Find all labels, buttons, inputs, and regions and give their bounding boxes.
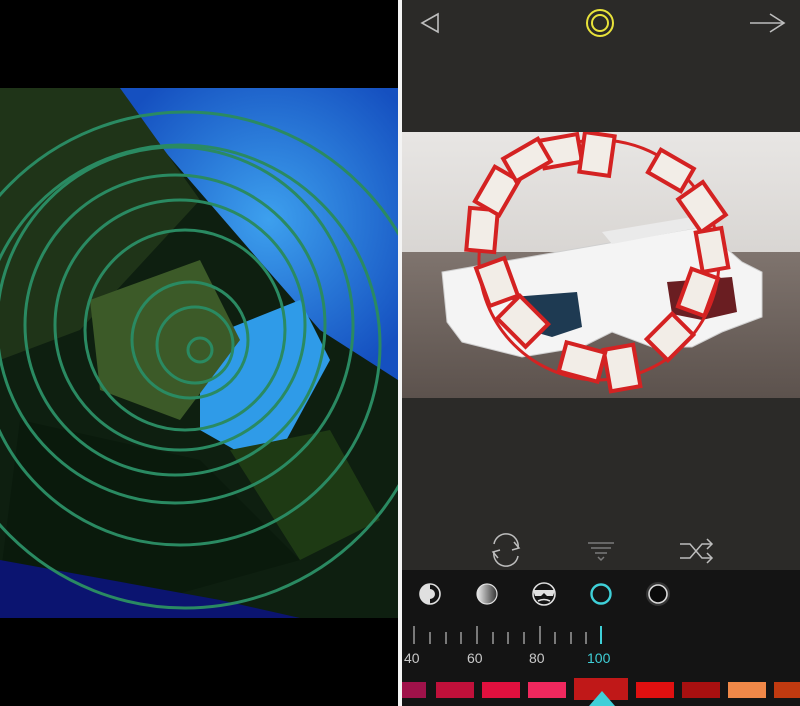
glow-circle-icon (646, 582, 670, 606)
collapse-button[interactable] (588, 542, 614, 562)
mask-icon (532, 582, 556, 606)
spiral-photo-canvas (0, 88, 398, 618)
half-circle-icon (419, 583, 441, 605)
slider-label-active: 100 (587, 650, 611, 666)
arrow-right-icon (750, 13, 786, 33)
chevron-down-lines-icon (588, 542, 614, 562)
filter-ring[interactable] (590, 583, 612, 605)
filter-half-circle[interactable] (419, 583, 441, 605)
gradient-circle-icon (476, 583, 498, 605)
ring-icon (590, 583, 612, 605)
slider-label: 60 (467, 650, 483, 666)
shuffle-icon (680, 538, 714, 564)
slider-label: 40 (404, 650, 420, 666)
filter-glow-circle[interactable] (646, 582, 670, 606)
color-swatch[interactable] (728, 682, 766, 698)
left-preview-panel (0, 0, 398, 706)
color-swatch[interactable] (436, 682, 474, 698)
color-palette (402, 678, 800, 706)
edited-photo[interactable] (402, 132, 800, 398)
color-swatch[interactable] (636, 682, 674, 698)
color-swatch[interactable] (682, 682, 720, 698)
editor-panel: 40 60 80 100 (402, 0, 800, 706)
rotate-icon (491, 533, 521, 567)
back-button[interactable] (420, 12, 439, 34)
color-swatch[interactable] (402, 682, 426, 698)
shuffle-button[interactable] (680, 538, 714, 564)
selected-swatch-marker-icon (589, 691, 615, 706)
filter-gradient-circle[interactable] (476, 583, 498, 605)
color-swatch[interactable] (482, 682, 520, 698)
double-ring-icon (586, 9, 614, 37)
filter-mask[interactable] (532, 582, 556, 606)
rotate-button[interactable] (491, 533, 521, 567)
action-tools (402, 530, 800, 570)
triangle-left-icon (420, 12, 439, 34)
slider-label: 80 (529, 650, 545, 666)
color-swatch[interactable] (774, 682, 800, 698)
next-button[interactable] (750, 13, 786, 33)
mode-button[interactable] (586, 9, 614, 37)
color-swatch[interactable] (528, 682, 566, 698)
top-toolbar (402, 0, 800, 48)
